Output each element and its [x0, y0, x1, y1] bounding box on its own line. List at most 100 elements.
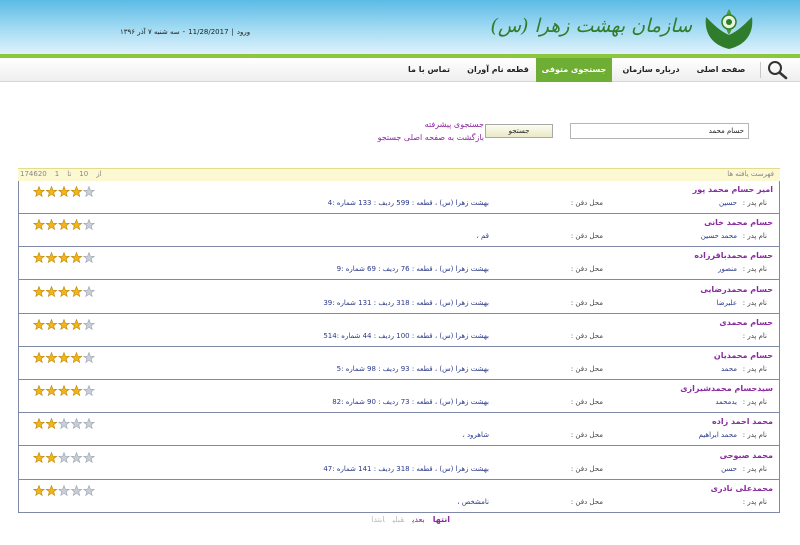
site-header: سازمان بهشت زهرا (س) ورود|11/28/2017-سه … [0, 0, 800, 54]
login-link[interactable]: ورود [237, 28, 250, 36]
star-empty-icon [70, 418, 83, 430]
result-name-link[interactable]: حسام محمد خانی [704, 218, 773, 227]
father-name-value: حسن [721, 464, 737, 473]
search-icon[interactable] [766, 60, 790, 80]
star-empty-icon [82, 252, 96, 264]
result-row: سیدحسام محمدشیرازی نام پدر : یدمحمد محل دفن… [19, 380, 779, 414]
star-empty-icon [70, 451, 83, 463]
advanced-search-link[interactable]: جستجوی پیشرفته [360, 120, 484, 129]
star-empty-icon [82, 318, 96, 330]
star-filled-icon [70, 252, 83, 264]
star-filled-icon [70, 218, 83, 231]
result-name-link[interactable]: امیر حسام محمد پور [693, 185, 773, 194]
result-row: امیر حسام محمد پور نام پدر : حسین محل دفن :… [19, 181, 779, 214]
star-empty-icon [82, 384, 96, 397]
results-count: 174620 از10تا1 [20, 170, 102, 178]
star-rating [32, 484, 97, 497]
star-filled-icon [70, 285, 83, 297]
star-filled-icon [32, 451, 46, 463]
star-filled-icon [32, 185, 46, 198]
father-name-label: نام پدر : [742, 199, 767, 207]
back-to-search-link[interactable]: بازگشت به صفحه اصلی جستجو [360, 133, 484, 142]
star-rating [32, 384, 97, 397]
star-filled-icon [32, 285, 46, 297]
result-name-link[interactable]: حسام محمدی [719, 318, 773, 327]
result-name-link[interactable]: محمد صبوحی [720, 451, 773, 460]
header-date-info: ورود|11/28/2017-سه شنبه ۷ آذر ۱۳۹۶ [120, 28, 251, 36]
pager-next-link[interactable]: بعدی [412, 515, 425, 524]
burial-place-label: محل دفن : [570, 331, 603, 340]
star-filled-icon [45, 252, 58, 264]
gregorian-date: 11/28/2017 [188, 28, 229, 36]
father-name-value: محمد حسین [700, 232, 737, 241]
father-name-value: یدمحمد [715, 398, 737, 407]
father-name-value: منصور [718, 265, 737, 274]
star-rating [32, 451, 97, 464]
main-nav: صفحه اصلی درباره سازمان جستجوی متوفی قطع… [0, 58, 800, 82]
result-name-link[interactable]: حسام محمدباقرزاده [694, 251, 773, 260]
star-filled-icon [70, 384, 83, 397]
burial-place-label: محل دفن : [570, 464, 603, 473]
search-button[interactable]: جستجو [485, 124, 553, 138]
star-filled-icon [45, 351, 58, 364]
burial-place-label: محل دفن : [570, 298, 603, 307]
burial-place-value: قم ، [476, 232, 490, 241]
result-name-link[interactable]: حسام محمدرضایی [700, 285, 773, 294]
results-header: فهرست یافته ها 174620 از10تا1 [18, 168, 780, 181]
father-name-label: نام پدر : [742, 232, 767, 241]
star-filled-icon [32, 418, 46, 430]
star-filled-icon [45, 451, 58, 463]
nav-item-home[interactable]: صفحه اصلی [690, 58, 752, 82]
nav-item-martyrs-section[interactable]: قطعه نام آوران [462, 58, 534, 82]
pager-last-link[interactable]: انتها [433, 515, 450, 524]
persian-date: سه شنبه ۷ آذر ۱۳۹۶ [120, 28, 180, 36]
star-filled-icon [57, 384, 71, 397]
father-name-label: نام پدر : [742, 265, 767, 274]
result-name-link[interactable]: حسام محمدیان [714, 351, 773, 360]
star-rating [32, 351, 97, 364]
star-filled-icon [32, 484, 46, 496]
result-name-link[interactable]: محمد احمد زاده [712, 417, 773, 426]
star-filled-icon [57, 185, 71, 198]
star-empty-icon [82, 418, 96, 430]
burial-place-value: بهشت زهرا (س) ، قطعه : 318 ردیف : 141 شم… [323, 464, 489, 473]
star-filled-icon [32, 252, 46, 264]
star-filled-icon [45, 418, 58, 430]
organization-logo-emblem[interactable] [698, 5, 760, 51]
star-filled-icon [32, 318, 46, 330]
star-rating [32, 418, 97, 430]
star-filled-icon [45, 185, 58, 198]
star-filled-icon [45, 384, 58, 397]
result-row: محمدعلی نادری نام پدر : محل دفن : نامشخص ، [19, 480, 779, 513]
pager-prev-link: قبلی [392, 515, 405, 524]
star-rating [32, 185, 97, 198]
nav-item-about[interactable]: درباره سازمان [614, 58, 688, 82]
father-name-label: نام پدر : [742, 497, 767, 506]
star-empty-icon [70, 484, 83, 496]
star-filled-icon [70, 318, 83, 330]
star-filled-icon [70, 351, 83, 364]
result-name-link[interactable]: محمدعلی نادری [711, 484, 773, 493]
organization-logo-text: سازمان بهشت زهرا (س) [490, 15, 692, 37]
nav-item-deceased-search[interactable]: جستجوی متوفی [536, 58, 612, 82]
burial-place-label: محل دفن : [570, 232, 603, 241]
star-empty-icon [82, 185, 96, 198]
result-row: حسام محمد خانی نام پدر : محمد حسین محل دفن … [19, 214, 779, 248]
result-name-link[interactable]: سیدحسام محمدشیرازی [680, 384, 773, 393]
burial-place-label: محل دفن : [570, 365, 603, 373]
nav-item-contact[interactable]: تماس با ما [398, 58, 460, 82]
father-name-value: علیرضا [716, 298, 737, 307]
results-title: فهرست یافته ها [727, 170, 774, 178]
star-filled-icon [32, 351, 46, 364]
burial-place-label: محل دفن : [570, 431, 603, 440]
burial-place-value: نامشخص ، [457, 497, 489, 506]
search-input[interactable] [570, 123, 749, 139]
result-row: حسام محمدیان نام پدر : محمد محل دفن : بهشت ز… [19, 347, 779, 380]
burial-place-value: بهشت زهرا (س) ، قطعه : 100 ردیف : 44 شما… [323, 331, 489, 340]
star-filled-icon [32, 218, 46, 231]
results-list: امیر حسام محمد پور نام پدر : حسین محل دفن :… [18, 181, 780, 513]
father-name-label: نام پدر : [742, 464, 767, 473]
burial-place-value: بهشت زهرا (س) ، قطعه : 318 ردیف : 131 شم… [323, 298, 489, 307]
star-filled-icon [45, 484, 58, 496]
star-empty-icon [82, 285, 96, 297]
